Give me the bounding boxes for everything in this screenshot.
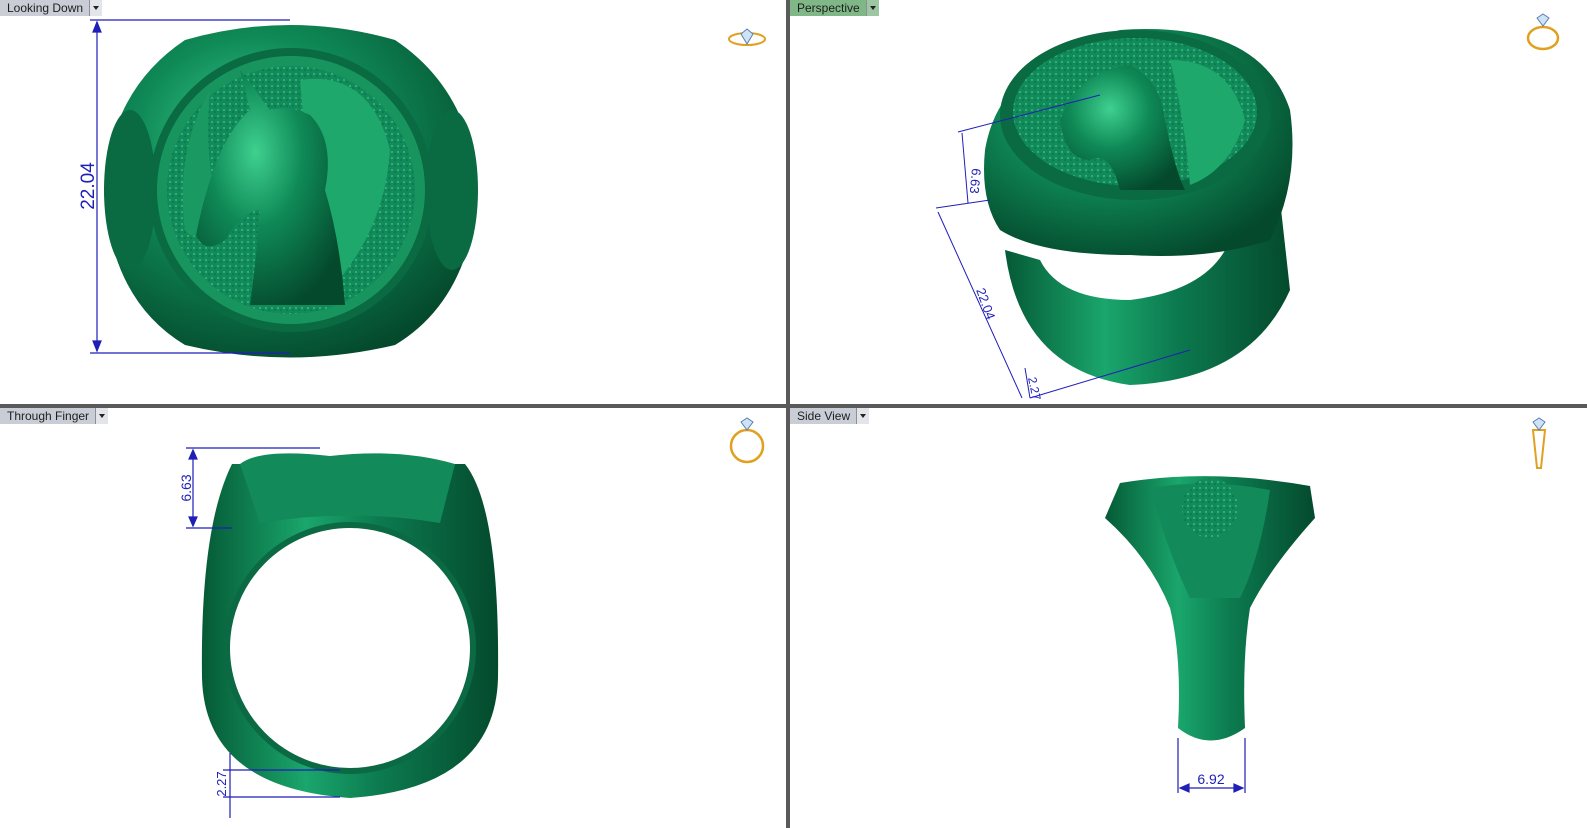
viewport-label: Perspective	[790, 0, 866, 16]
ring-top-orientation-icon[interactable]	[726, 26, 768, 50]
perspective-scene: 6.63 22.04 2.27	[935, 29, 1293, 402]
viewport-tab-looking-down[interactable]: Looking Down	[0, 0, 103, 16]
dimension-persp-c-label: 2.27	[1025, 376, 1044, 402]
through-finger-scene: 6.63 2.27	[178, 447, 499, 818]
dimension-top-height-label: 22.04	[78, 162, 99, 210]
ring-side-ornament-left	[104, 110, 156, 270]
viewport-tab-side-view[interactable]: Side View	[790, 408, 870, 424]
ring-perspective-orientation-icon[interactable]	[1523, 12, 1563, 54]
dimension-persp-a-label: 6.63	[967, 168, 984, 195]
viewport-splitter-horizontal[interactable]	[0, 404, 1587, 408]
viewport-label: Looking Down	[0, 0, 90, 16]
viewport-label: Through Finger	[0, 408, 96, 424]
dimension-front-height-label: 6.63	[178, 474, 194, 501]
viewport-tab-through-finger[interactable]: Through Finger	[0, 408, 109, 424]
ring-side-face	[1182, 478, 1238, 538]
viewport-menu-arrow-icon[interactable]	[89, 0, 103, 16]
dimension-front-band-label: 2.27	[214, 771, 229, 796]
viewport-splitter-vertical[interactable]	[786, 0, 790, 828]
viewport-tab-perspective[interactable]: Perspective	[790, 0, 879, 16]
viewport-looking-down[interactable]: 22.04 Looking Down	[0, 0, 786, 404]
dimension-persp-b-label: 22.04	[973, 286, 998, 322]
viewport-perspective[interactable]: 6.63 22.04 2.27 Perspective	[790, 0, 1587, 404]
viewport-side-view[interactable]: 6.92 Side View	[790, 408, 1587, 828]
viewport-menu-arrow-icon[interactable]	[856, 408, 870, 424]
ring-side-ornament-right	[426, 110, 478, 270]
ring-head-front	[240, 453, 455, 523]
dimension-side-width-label: 6.92	[1197, 771, 1224, 787]
side-view-scene: 6.92	[1105, 476, 1315, 793]
ring-front-orientation-icon[interactable]	[726, 416, 768, 466]
ring-side-orientation-icon[interactable]	[1526, 416, 1552, 472]
looking-down-scene: 22.04	[78, 19, 478, 358]
viewport-menu-arrow-icon[interactable]	[95, 408, 109, 424]
viewport-label: Side View	[790, 408, 857, 424]
viewport-menu-arrow-icon[interactable]	[865, 0, 879, 16]
viewport-through-finger[interactable]: 6.63 2.27 Through Finger	[0, 408, 786, 828]
